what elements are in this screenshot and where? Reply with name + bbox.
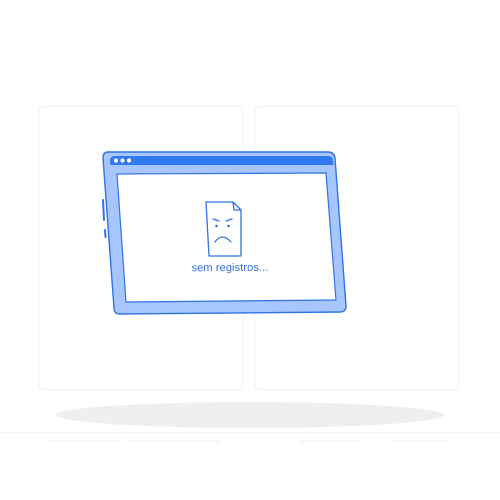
window-dot [120,158,125,163]
browser-window-illustration [102,151,347,315]
window-side-button [104,229,107,238]
window-title-bar [110,156,334,165]
empty-state-illustration: sem registros... [0,0,500,500]
empty-state-message: sem registros... [191,261,269,275]
window-dot [126,158,132,163]
sad-document-icon [205,201,242,257]
window-side-button [102,199,105,221]
window-dot [113,158,119,163]
